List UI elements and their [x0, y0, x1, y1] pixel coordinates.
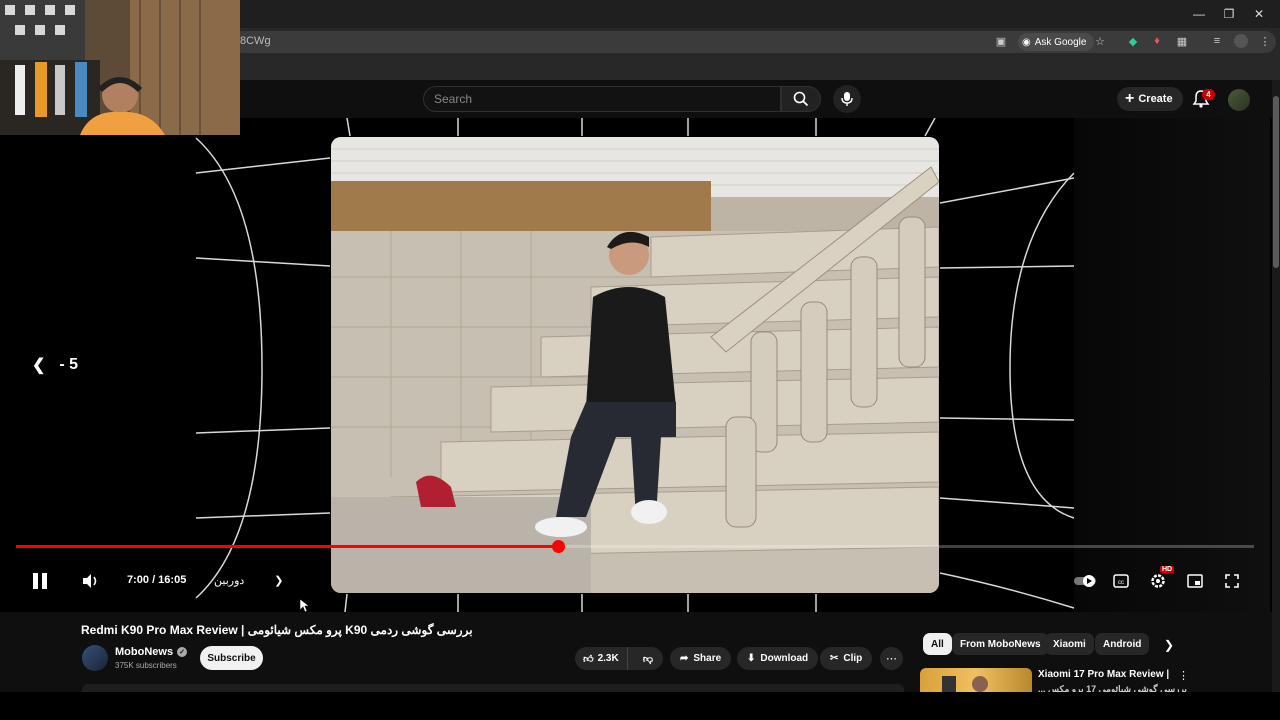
channel-name-label: MoboNews	[115, 646, 174, 658]
webcam-overlay	[0, 0, 240, 135]
taskbar-strip	[0, 692, 1280, 720]
chip-all[interactable]: All	[923, 633, 952, 655]
share-button[interactable]: ➦ Share	[670, 647, 732, 670]
ask-google-button[interactable]: ◉ Ask Google	[1018, 33, 1095, 51]
recommendation-title-line-2: ... بررسی گوشی شیائومی 17 پرو مکس	[1038, 684, 1187, 692]
captions-icon: cc	[1113, 574, 1129, 588]
like-count: 2.3K	[597, 653, 619, 664]
hd-badge: HD	[1160, 566, 1175, 573]
progress-scrubber[interactable]	[551, 540, 565, 553]
chapter-title: دوربین	[214, 575, 245, 587]
profile-icon[interactable]	[1234, 34, 1248, 48]
chapter-title-button[interactable]: دوربین ❯	[214, 574, 284, 587]
clip-label: Clip	[843, 653, 863, 664]
restore-icon[interactable]: ❐	[1214, 4, 1244, 24]
search-icon	[793, 91, 809, 107]
chevron-right-icon: ❯	[274, 575, 284, 587]
chapter-back-label: - 5	[59, 356, 79, 373]
video-scene	[331, 137, 939, 593]
captions-button[interactable]: cc	[1111, 571, 1131, 591]
video-title: Redmi K90 Pro Max Review | پرو مکس شیائو…	[81, 623, 473, 637]
chapter-back-hint: ❮ - 5	[32, 355, 78, 375]
download-button[interactable]: ⬇ Download	[737, 647, 819, 670]
chip-android[interactable]: Android	[1095, 633, 1150, 655]
subscriber-count: 375K subscribers	[115, 661, 177, 670]
plus-icon: +	[1125, 90, 1135, 107]
search-input[interactable]	[423, 86, 781, 112]
subscribe-button[interactable]: Subscribe	[200, 646, 263, 670]
volume-icon	[83, 574, 97, 588]
extensions-puzzle-icon[interactable]: ▦	[1175, 34, 1189, 48]
fullscreen-icon	[1225, 574, 1239, 588]
like-dislike-group: 👍︎ 2.3K 👎︎	[575, 647, 663, 670]
create-button[interactable]: + Create	[1117, 87, 1183, 111]
chevron-left-icon: ❮	[32, 357, 46, 374]
search-placeholder: Search	[434, 92, 473, 106]
recommendation-thumbnail[interactable]	[920, 668, 1032, 692]
voice-search-button[interactable]	[833, 85, 861, 113]
autoplay-toggle[interactable]	[1074, 571, 1096, 591]
extension-icon[interactable]: ◆	[1126, 34, 1140, 48]
like-button[interactable]: 👍︎ 2.3K	[575, 647, 628, 670]
extension-icon-2[interactable]: ♦	[1150, 34, 1164, 48]
thumbnail-image	[942, 676, 988, 692]
progress-played	[16, 545, 558, 548]
share-arrow-icon: ➦	[680, 653, 689, 664]
verified-check-icon: ✓	[177, 647, 188, 657]
video-frame-photo	[331, 137, 939, 593]
webcam-scene	[0, 0, 240, 135]
search-button[interactable]	[781, 86, 821, 112]
dislike-button[interactable]: 👎︎	[633, 647, 663, 670]
thumbs-up-icon: 👍︎	[583, 653, 594, 665]
miniplayer-button[interactable]	[1185, 571, 1205, 591]
download-icon: ⬇	[747, 653, 756, 664]
svg-text:cc: cc	[1118, 580, 1124, 586]
notification-badge: 4	[1202, 89, 1215, 100]
pause-icon	[33, 573, 47, 589]
browser-menu-icon[interactable]: ⋮	[1258, 34, 1272, 48]
gear-icon	[1151, 574, 1165, 588]
more-actions-button[interactable]: ⋯	[880, 647, 903, 670]
minimize-icon[interactable]: —	[1184, 4, 1214, 24]
ask-google-label: Ask Google	[1034, 36, 1087, 48]
pause-button[interactable]	[30, 570, 50, 592]
time-display: 7:00 / 16:05	[127, 574, 187, 586]
recommendation-title[interactable]: Xiaomi 17 Pro Max Review | ... بررسی گوش…	[1038, 668, 1187, 692]
download-label: Download	[760, 653, 809, 664]
scrollbar-thumb[interactable]	[1273, 96, 1279, 268]
account-avatar[interactable]	[1228, 89, 1250, 111]
google-lens-icon: ◉	[1022, 36, 1031, 48]
share-label: Share	[693, 653, 722, 664]
recommendation-title-line-1: Xiaomi 17 Pro Max Review |	[1038, 669, 1170, 680]
channel-avatar[interactable]	[82, 645, 108, 671]
microphone-icon	[841, 92, 853, 106]
media-controls-icon[interactable]: ≡	[1210, 34, 1224, 48]
bookmark-star-icon[interactable]: ☆	[1093, 34, 1107, 48]
address-text[interactable]: 8CWg	[240, 35, 271, 47]
chips-next-button[interactable]: ❯	[1164, 636, 1180, 652]
player-right-panel	[1074, 118, 1270, 612]
more-horizontal-icon: ⋯	[886, 653, 897, 665]
volume-button[interactable]	[80, 571, 100, 591]
create-label: Create	[1138, 93, 1173, 105]
miniplayer-icon	[1187, 574, 1203, 588]
scissors-icon: ✂	[830, 653, 839, 664]
install-app-icon[interactable]: ▣	[994, 34, 1008, 48]
settings-button[interactable]	[1148, 571, 1168, 591]
thumbs-down-icon: 👎︎	[642, 653, 653, 665]
chip-from-channel[interactable]: From MoboNews	[952, 633, 1049, 655]
clip-button[interactable]: ✂ Clip	[820, 647, 873, 670]
recommendation-menu-icon[interactable]: ⋮	[1178, 669, 1189, 682]
fullscreen-button[interactable]	[1222, 571, 1242, 591]
description-box[interactable]	[82, 684, 904, 692]
autoplay-icon	[1074, 575, 1096, 587]
window-controls: — ❐ ✕	[1184, 4, 1274, 24]
address-bar[interactable]	[232, 31, 1276, 53]
chevron-right-icon: ❯	[1164, 638, 1175, 652]
player-left-panel	[0, 118, 196, 612]
close-icon[interactable]: ✕	[1244, 4, 1274, 24]
channel-name[interactable]: MoboNews ✓	[115, 646, 188, 658]
chip-xiaomi[interactable]: Xiaomi	[1045, 633, 1094, 655]
